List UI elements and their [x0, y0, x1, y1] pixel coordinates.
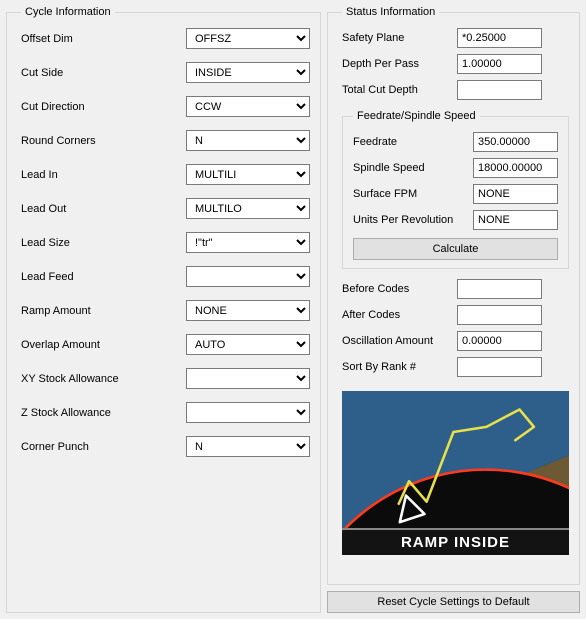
offset-dim-label: Offset Dim	[21, 33, 186, 45]
preview-image: RAMP INSIDE	[342, 391, 569, 555]
cut-direction-label: Cut Direction	[21, 101, 186, 113]
reset-button[interactable]: Reset Cycle Settings to Default	[327, 591, 580, 613]
sort-by-rank-label: Sort By Rank #	[342, 361, 457, 373]
overlap-amount-label: Overlap Amount	[21, 339, 186, 351]
status-information-group: Status Information Safety Plane Depth Pe…	[327, 6, 580, 585]
oscillation-input[interactable]	[457, 331, 542, 351]
before-codes-label: Before Codes	[342, 283, 457, 295]
xy-stock-label: XY Stock Allowance	[21, 373, 186, 385]
lead-out-label: Lead Out	[21, 203, 186, 215]
depth-per-pass-label: Depth Per Pass	[342, 58, 457, 70]
spindle-speed-input[interactable]	[473, 158, 558, 178]
round-corners-select[interactable]: N	[186, 130, 310, 151]
status-legend: Status Information	[342, 6, 439, 18]
feedrate-legend: Feedrate/Spindle Speed	[353, 110, 480, 122]
round-corners-label: Round Corners	[21, 135, 186, 147]
after-codes-label: After Codes	[342, 309, 457, 321]
ramp-amount-select[interactable]: NONE	[186, 300, 310, 321]
xy-stock-select[interactable]	[186, 368, 310, 389]
before-codes-input[interactable]	[457, 279, 542, 299]
offset-dim-select[interactable]: OFFSZ	[186, 28, 310, 49]
cut-side-label: Cut Side	[21, 67, 186, 79]
lead-feed-select[interactable]	[186, 266, 310, 287]
ramp-amount-label: Ramp Amount	[21, 305, 186, 317]
lead-feed-label: Lead Feed	[21, 271, 186, 283]
preview-caption: RAMP INSIDE	[342, 528, 569, 555]
total-cut-depth-input[interactable]	[457, 80, 542, 100]
lead-size-label: Lead Size	[21, 237, 186, 249]
corner-punch-label: Corner Punch	[21, 441, 186, 453]
corner-punch-select[interactable]: N	[186, 436, 310, 457]
units-per-rev-label: Units Per Revolution	[353, 214, 473, 226]
cut-direction-select[interactable]: CCW	[186, 96, 310, 117]
lead-in-label: Lead In	[21, 169, 186, 181]
safety-plane-input[interactable]	[457, 28, 542, 48]
lead-in-select[interactable]: MULTILI	[186, 164, 310, 185]
spindle-speed-label: Spindle Speed	[353, 162, 473, 174]
lead-size-select[interactable]: !"tr"	[186, 232, 310, 253]
surface-fpm-input[interactable]	[473, 184, 558, 204]
feedrate-input[interactable]	[473, 132, 558, 152]
after-codes-input[interactable]	[457, 305, 542, 325]
sort-by-rank-input[interactable]	[457, 357, 542, 377]
depth-per-pass-input[interactable]	[457, 54, 542, 74]
feedrate-label: Feedrate	[353, 136, 473, 148]
cycle-information-group: Cycle Information Offset Dim OFFSZ Cut S…	[6, 6, 321, 613]
cut-side-select[interactable]: INSIDE	[186, 62, 310, 83]
safety-plane-label: Safety Plane	[342, 32, 457, 44]
cycle-legend: Cycle Information	[21, 6, 115, 18]
calculate-button[interactable]: Calculate	[353, 238, 558, 260]
z-stock-select[interactable]	[186, 402, 310, 423]
units-per-rev-input[interactable]	[473, 210, 558, 230]
oscillation-label: Oscillation Amount	[342, 335, 457, 347]
feedrate-spindle-group: Feedrate/Spindle Speed Feedrate Spindle …	[342, 110, 569, 269]
z-stock-label: Z Stock Allowance	[21, 407, 186, 419]
total-cut-depth-label: Total Cut Depth	[342, 84, 457, 96]
lead-out-select[interactable]: MULTILO	[186, 198, 310, 219]
overlap-amount-select[interactable]: AUTO	[186, 334, 310, 355]
surface-fpm-label: Surface FPM	[353, 188, 473, 200]
